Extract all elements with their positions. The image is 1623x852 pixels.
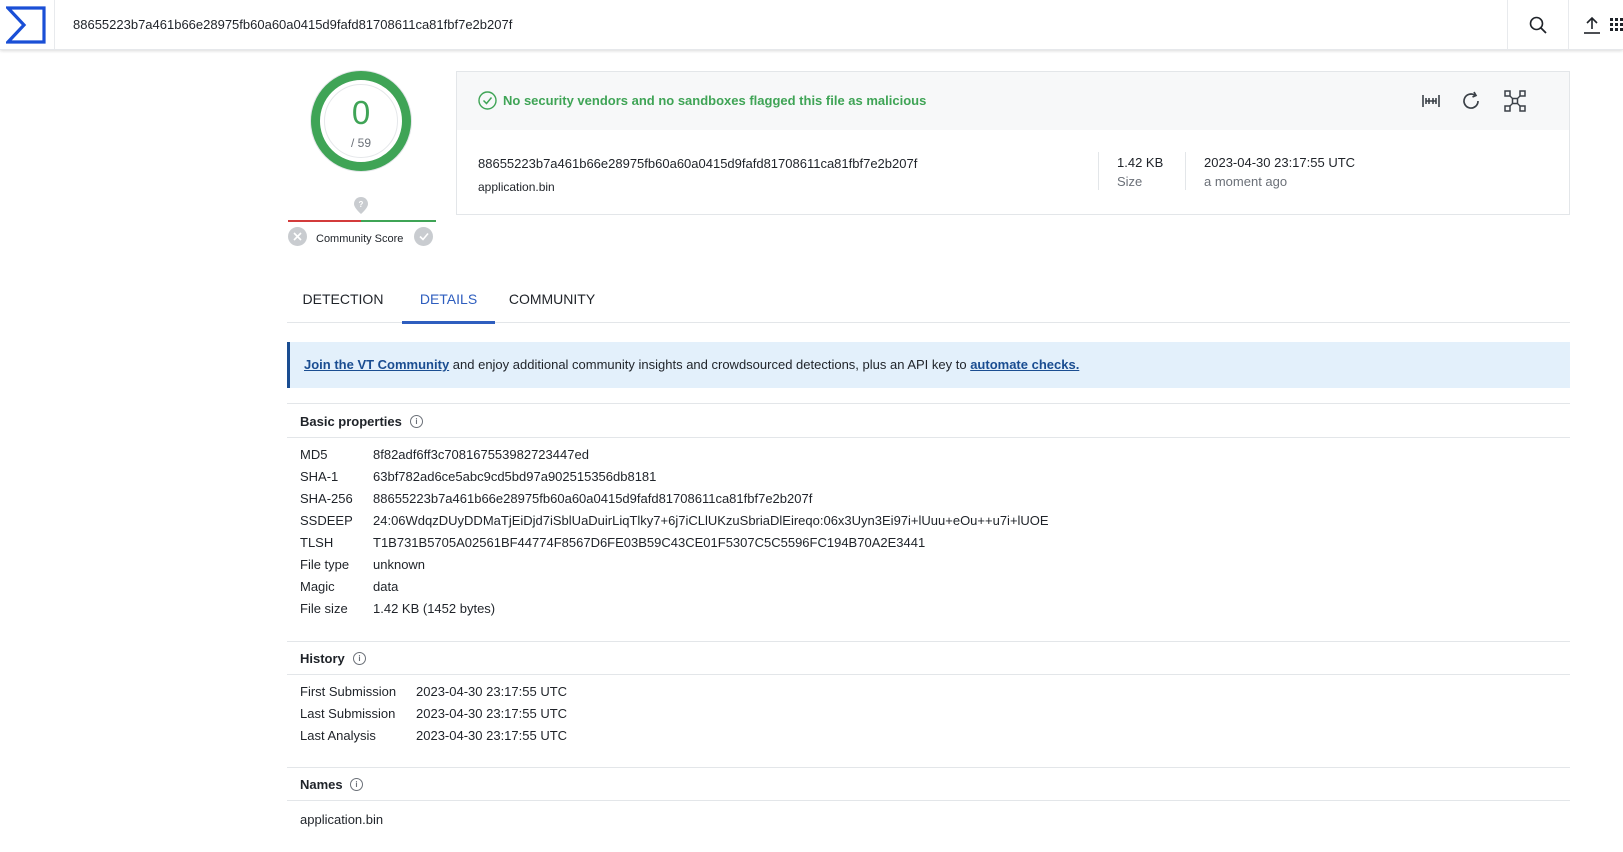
history-title: History (300, 651, 345, 666)
file-size-label: Size (1117, 174, 1143, 189)
divider (54, 0, 55, 49)
history-key: Last Submission (300, 706, 396, 721)
history-value: 2023-04-30 23:17:55 UTC (416, 706, 568, 721)
property-key: SHA-256 (300, 491, 353, 506)
analysis-date-relative: a moment ago (1204, 174, 1288, 189)
file-name: application.bin (478, 180, 555, 194)
names-title: Names (300, 777, 343, 792)
history-key: Last Analysis (300, 728, 376, 743)
community-score-bar-negative (288, 220, 361, 222)
divider (287, 767, 1570, 768)
property-value: unknown (373, 557, 426, 572)
divider (287, 437, 1570, 438)
tab-details[interactable]: DETAILS (402, 281, 495, 324)
property-key: Magic (300, 579, 335, 594)
community-score-bar-positive (361, 220, 436, 222)
property-value[interactable]: 8f82adf6ff3c708167553982723447ed (373, 447, 589, 462)
name-item: application.bin (300, 812, 384, 827)
property-key: TLSH (300, 535, 334, 550)
upload-button[interactable] (1572, 0, 1612, 49)
info-icon[interactable]: i (350, 778, 363, 791)
history-value: 2023-04-30 23:17:55 UTC (416, 728, 568, 743)
property-value: 1.42 KB (1452 bytes) (373, 601, 496, 616)
divider (1098, 152, 1099, 190)
divider (287, 403, 1570, 404)
basic-properties-title: Basic properties (300, 414, 402, 429)
divider (287, 800, 1570, 801)
info-icon[interactable]: i (353, 652, 366, 665)
community-banner: Join the VT Community and enjoy addition… (287, 342, 1570, 388)
check-circle-icon (478, 91, 497, 110)
reanalyze-icon[interactable] (1459, 89, 1483, 113)
apps-button[interactable] (1610, 0, 1623, 49)
compare-icon[interactable] (1419, 89, 1443, 113)
close-icon (293, 232, 302, 241)
virustotal-logo-icon[interactable] (6, 6, 46, 44)
property-key: MD5 (300, 447, 328, 462)
file-summary-card: No security vendors and no sandboxes fla… (456, 71, 1570, 215)
join-community-link[interactable]: Join the VT Community (304, 357, 449, 372)
info-icon[interactable]: i (410, 415, 423, 428)
tab-community[interactable]: COMMUNITY (497, 281, 607, 321)
history-value: 2023-04-30 23:17:55 UTC (416, 684, 568, 699)
divider (287, 641, 1570, 642)
history-key: First Submission (300, 684, 397, 699)
community-score-pin-icon: ? (354, 197, 368, 214)
detection-score-ring: 0 / 59 (311, 71, 411, 171)
divider (287, 674, 1570, 675)
detection-count: 0 (351, 94, 371, 131)
search-button[interactable] (1507, 0, 1569, 49)
property-value: data (373, 579, 399, 594)
divider (1185, 152, 1186, 190)
top-bar: 88655223b7a461b66e28975fb60a60a0415d9faf… (0, 0, 1623, 50)
vote-malicious-button[interactable] (288, 227, 307, 246)
automate-checks-link[interactable]: automate checks. (970, 357, 1079, 372)
file-size-value: 1.42 KB (1117, 155, 1164, 170)
vote-harmless-button[interactable] (414, 227, 433, 246)
upload-icon (1584, 16, 1600, 34)
property-value[interactable]: 63bf782ad6ce5abc9cd5bd97a902515356db8181 (373, 469, 656, 484)
property-key: SSDEEP (300, 513, 353, 528)
check-icon (418, 232, 429, 241)
banner-text: and enjoy additional community insights … (449, 357, 971, 372)
status-message: No security vendors and no sandboxes fla… (503, 93, 927, 108)
property-value[interactable]: 88655223b7a461b66e28975fb60a60a0415d9faf… (373, 491, 812, 506)
search-input[interactable]: 88655223b7a461b66e28975fb60a60a0415d9faf… (73, 17, 512, 32)
apps-grid-icon (1610, 17, 1623, 31)
graph-icon[interactable] (1503, 89, 1527, 113)
property-value[interactable]: T1B731B5705A02561BF44774F8567D6FE03B59C4… (373, 535, 925, 550)
summary-status-bar: No security vendors and no sandboxes fla… (457, 72, 1569, 130)
property-value[interactable]: 24:06WdqzDUyDDMaTjEiDjd7iSblUaDuirLiqTlk… (373, 513, 1049, 528)
report-tabs: DETECTION DETAILS COMMUNITY (287, 281, 1570, 324)
detection-total: / 59 (350, 136, 371, 150)
community-score-label: Community Score (316, 233, 404, 245)
property-key: File size (300, 601, 348, 616)
svg-text:?: ? (359, 200, 364, 209)
tab-detection[interactable]: DETECTION (287, 281, 399, 321)
analysis-date-value: 2023-04-30 23:17:55 UTC (1204, 155, 1356, 170)
search-icon (1529, 16, 1547, 34)
property-key: SHA-1 (300, 469, 339, 484)
property-key: File type (300, 557, 350, 572)
file-hash[interactable]: 88655223b7a461b66e28975fb60a60a0415d9faf… (478, 156, 917, 171)
